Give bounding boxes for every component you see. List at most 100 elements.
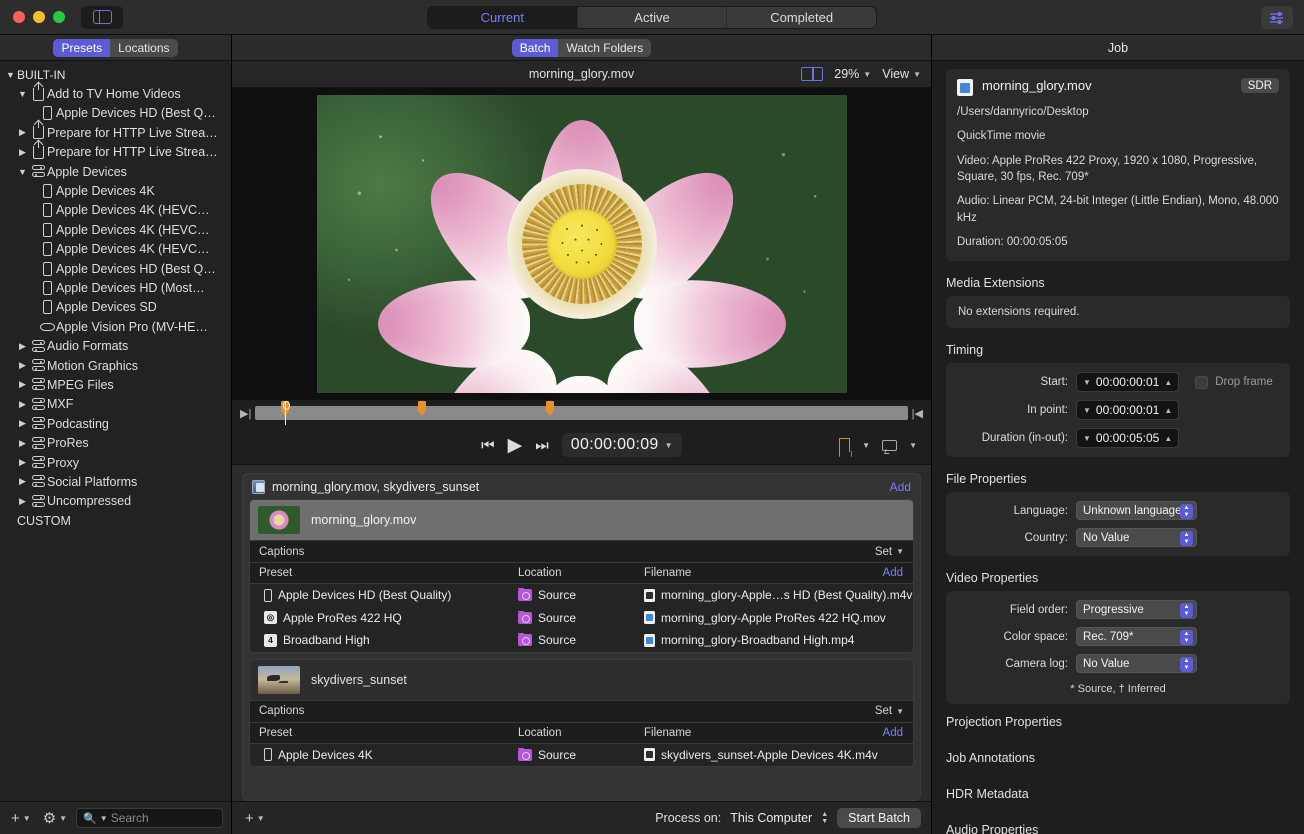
drop-frame-checkbox[interactable] [1195, 376, 1208, 389]
disclosure-triangle-closed[interactable]: ▶ [16, 399, 29, 410]
tree-group-audio-formats[interactable]: ▶ Audio Formats [0, 336, 231, 355]
tree-item-preset[interactable]: Apple Devices 4K (HEVC… [0, 240, 231, 259]
chevron-down-icon[interactable]: ▼ [862, 441, 870, 450]
split-view-icon[interactable] [801, 67, 823, 81]
section-audio-properties[interactable]: Audio Properties [946, 812, 1290, 834]
minimize-button[interactable] [33, 11, 45, 23]
marker[interactable] [546, 401, 554, 412]
chevron-up-icon[interactable]: ▲ [1164, 434, 1172, 443]
disclosure-triangle-closed[interactable]: ▶ [16, 496, 29, 507]
tree-group-uncompressed[interactable]: ▶ Uncompressed [0, 492, 231, 511]
tree-group-proxy[interactable]: ▶ Proxy [0, 453, 231, 472]
playhead[interactable] [283, 401, 288, 425]
tree-item-preset[interactable]: Apple Devices 4K (HEVC… [0, 220, 231, 239]
tree-item-add-to-tv-home-videos[interactable]: ▼ Add to TV Home Videos [0, 84, 231, 103]
tree-group-mxf[interactable]: ▶ MXF [0, 395, 231, 414]
tree-item-preset[interactable]: Apple Devices HD (Best Q… [0, 259, 231, 278]
disclosure-triangle-closed[interactable]: ▶ [16, 476, 29, 487]
tree-group-social-platforms[interactable]: ▶ Social Platforms [0, 472, 231, 491]
tree-group-mpeg-files[interactable]: ▶ MPEG Files [0, 375, 231, 394]
table-row[interactable]: Apple Devices 4K Source skydivers_sunset… [250, 744, 913, 767]
section-hdr-metadata[interactable]: HDR Metadata [946, 776, 1290, 812]
process-on-stepper[interactable]: ▲▼ [821, 812, 828, 825]
start-batch-button[interactable]: Start Batch [837, 808, 921, 828]
search-input[interactable]: 🔍 ▼ Search [76, 808, 223, 828]
chevron-up-icon[interactable]: ▲ [1164, 378, 1172, 387]
range-end-handle[interactable]: |◀ [912, 407, 923, 420]
add-preset-button[interactable]: + ▼ [8, 810, 34, 827]
disclosure-triangle-closed[interactable]: ▶ [16, 127, 29, 138]
skip-forward-icon[interactable]: ⏭ [535, 437, 549, 454]
add-output-button[interactable]: Add [883, 727, 913, 739]
batch-watchfolders-toggle[interactable]: Batch Watch Folders [512, 39, 652, 57]
skip-back-icon[interactable]: ⏮ [481, 437, 495, 454]
tree-group-built-in[interactable]: ▼ BUILT-IN [0, 65, 231, 84]
camera-log-select[interactable]: No Value ▲▼ [1076, 654, 1197, 673]
sidebar-toggle-button[interactable] [81, 6, 123, 29]
disclosure-triangle-closed[interactable]: ▶ [16, 379, 29, 390]
disclosure-triangle-closed[interactable]: ▶ [16, 341, 29, 352]
range-start-handle[interactable]: ▶| [240, 407, 251, 420]
job-card[interactable]: morning_glory.mov Captions Set ▼ Preset … [249, 499, 914, 653]
start-timecode-field[interactable]: ▼ 00:00:00:01 ▲ [1076, 372, 1179, 392]
tree-group-motion-graphics[interactable]: ▶ Motion Graphics [0, 356, 231, 375]
disclosure-triangle-closed[interactable]: ▶ [16, 438, 29, 449]
segment-locations[interactable]: Locations [110, 39, 177, 57]
chevron-down-icon[interactable]: ▼ [1083, 434, 1091, 443]
chevron-down-icon[interactable]: ▼ [1083, 406, 1091, 415]
language-select[interactable]: Unknown language ▲▼ [1076, 501, 1197, 520]
scrubber[interactable]: ▶| |◀ [232, 400, 931, 426]
tree-group-custom[interactable]: CUSTOM [0, 511, 231, 530]
preset-settings-button[interactable]: ⚙ ▼ [40, 809, 70, 827]
play-icon[interactable]: ▶ [508, 434, 523, 457]
tree-item-preset[interactable]: Apple Devices HD (Most… [0, 278, 231, 297]
field-order-select[interactable]: Progressive ▲▼ [1076, 600, 1197, 619]
add-job-button[interactable]: + ▼ [242, 810, 268, 827]
caption-bubble-icon[interactable] [882, 440, 897, 451]
timecode-field[interactable]: 00:00:00:09 ▼ [562, 433, 682, 457]
disclosure-triangle-closed[interactable]: ▶ [16, 418, 29, 429]
tree-item-preset[interactable]: Apple Devices 4K (HEVC… [0, 201, 231, 220]
tree-item-preset[interactable]: Apple Devices SD [0, 298, 231, 317]
zoom-button[interactable] [53, 11, 65, 23]
batch-add-button[interactable]: Add [890, 480, 911, 494]
drop-frame-row[interactable]: Drop frame [1195, 376, 1273, 389]
preview-canvas[interactable] [232, 88, 931, 400]
job-card[interactable]: skydivers_sunset Captions Set ▼ Preset L… [249, 659, 914, 768]
tree-group-prores[interactable]: ▶ ProRes [0, 433, 231, 452]
tree-item-preset[interactable]: Apple Devices 4K [0, 181, 231, 200]
table-row[interactable]: 4 Broadband High Source morning_glory-Br… [250, 629, 913, 652]
tree-group-podcasting[interactable]: ▶ Podcasting [0, 414, 231, 433]
captions-set-menu[interactable]: Set ▼ [875, 705, 904, 717]
table-row[interactable]: Apple Devices HD (Best Quality) Source m… [250, 584, 913, 607]
preferences-button[interactable] [1261, 6, 1293, 29]
captions-set-menu[interactable]: Set ▼ [875, 546, 904, 558]
disclosure-triangle-closed[interactable]: ▶ [16, 457, 29, 468]
chevron-down-icon[interactable]: ▼ [1083, 378, 1091, 387]
marker[interactable] [418, 401, 426, 412]
section-job-annotations[interactable]: Job Annotations [946, 740, 1290, 776]
zoom-level-menu[interactable]: 29% ▼ [834, 67, 871, 81]
presets-locations-toggle[interactable]: Presets Locations [53, 39, 177, 57]
chevron-up-icon[interactable]: ▲ [1164, 406, 1172, 415]
section-projection-properties[interactable]: Projection Properties [946, 704, 1290, 740]
job-header[interactable]: skydivers_sunset [250, 660, 913, 700]
bookmark-icon[interactable] [839, 438, 850, 452]
process-on-value[interactable]: This Computer [730, 811, 812, 825]
tree-item-prepare-hls-2[interactable]: ▶ Prepare for HTTP Live Strea… [0, 143, 231, 162]
segment-watch-folders[interactable]: Watch Folders [558, 39, 651, 57]
country-select[interactable]: No Value ▲▼ [1076, 528, 1197, 547]
view-mode-tabs[interactable]: Current Active Completed [427, 6, 877, 29]
disclosure-triangle-open[interactable]: ▼ [4, 70, 17, 80]
close-button[interactable] [13, 11, 25, 23]
job-header[interactable]: morning_glory.mov [250, 500, 913, 540]
disclosure-triangle-open[interactable]: ▼ [16, 89, 29, 99]
table-row[interactable]: ◎ Apple ProRes 422 HQ Source morning_glo… [250, 607, 913, 630]
disclosure-triangle-open[interactable]: ▼ [16, 167, 29, 177]
tree-group-apple-devices[interactable]: ▼ Apple Devices [0, 162, 231, 181]
chevron-down-icon[interactable]: ▼ [909, 441, 917, 450]
disclosure-triangle-closed[interactable]: ▶ [16, 360, 29, 371]
view-menu[interactable]: View ▼ [882, 67, 921, 81]
tab-completed[interactable]: Completed [727, 7, 876, 28]
in-point-timecode-field[interactable]: ▼ 00:00:00:01 ▲ [1076, 400, 1179, 420]
